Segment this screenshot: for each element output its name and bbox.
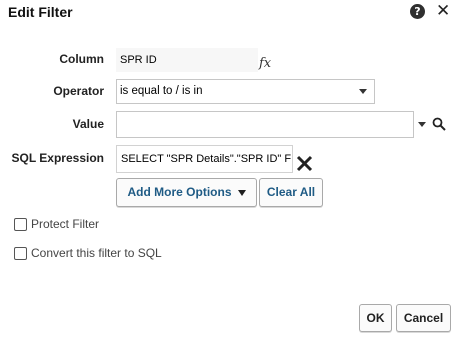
operator-label: Operator xyxy=(53,84,104,98)
value-dropdown-icon[interactable] xyxy=(418,122,426,127)
search-icon[interactable] xyxy=(432,117,446,131)
chevron-down-icon xyxy=(359,89,367,94)
fx-icon[interactable]: fx xyxy=(259,56,271,71)
operator-selected-value: is equal to / is in xyxy=(120,85,203,97)
add-more-options-button[interactable]: Add More Options xyxy=(116,178,257,207)
clear-all-button[interactable]: Clear All xyxy=(259,178,323,207)
help-icon[interactable]: ? xyxy=(410,4,425,19)
remove-icon[interactable] xyxy=(296,155,313,172)
protect-filter-label[interactable]: Protect Filter xyxy=(31,217,99,231)
close-icon[interactable]: ✕ xyxy=(436,1,450,21)
protect-filter-checkbox[interactable] xyxy=(14,218,27,231)
dialog-title: Edit Filter xyxy=(8,4,73,20)
convert-to-sql-checkbox[interactable] xyxy=(14,247,27,260)
add-more-options-label: Add More Options xyxy=(127,185,232,199)
column-value: SPR ID xyxy=(116,48,258,72)
sql-expression-label: SQL Expression xyxy=(11,151,104,165)
chevron-down-icon xyxy=(237,189,246,196)
cancel-button[interactable]: Cancel xyxy=(396,304,451,332)
ok-button[interactable]: OK xyxy=(359,304,392,332)
value-label: Value xyxy=(72,117,104,131)
convert-to-sql-label[interactable]: Convert this filter to SQL xyxy=(31,246,162,260)
value-input[interactable] xyxy=(116,111,414,138)
operator-select[interactable]: is equal to / is in xyxy=(116,79,375,104)
column-label: Column xyxy=(59,52,104,66)
sql-expression-field[interactable]: SELECT "SPR Details"."SPR ID" FR xyxy=(116,145,293,173)
